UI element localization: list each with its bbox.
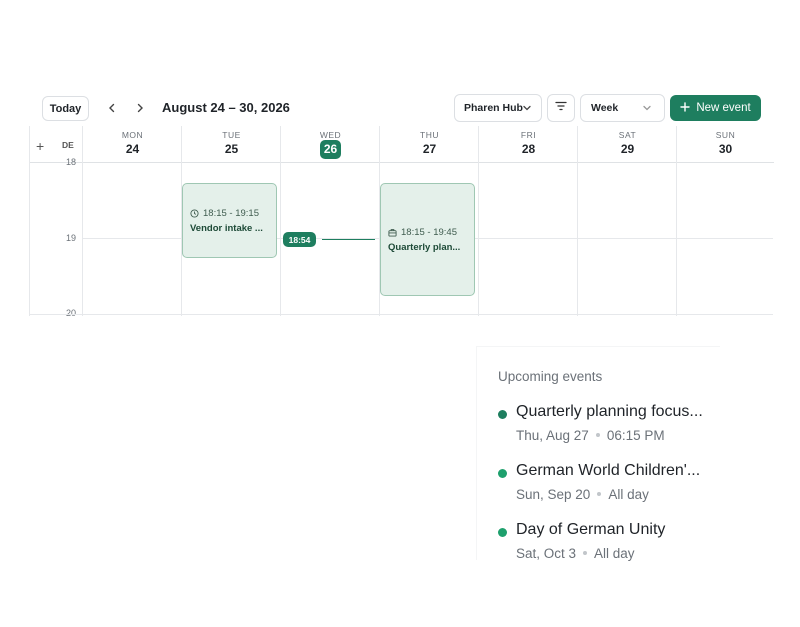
- day-header: FRI 28: [479, 126, 578, 163]
- day-header: SAT 29: [578, 126, 677, 163]
- event-title: Quarterly plan...: [388, 242, 461, 253]
- upcoming-item-date: Thu, Aug 27: [516, 428, 589, 443]
- event-card[interactable]: 18:15 - 19:15 Vendor intake ...: [182, 183, 277, 258]
- day-header: SUN 30: [677, 126, 774, 163]
- chevron-left-icon[interactable]: [102, 98, 122, 118]
- day-of-week: SAT: [618, 130, 637, 140]
- today-badge: 26: [319, 140, 342, 159]
- day-header: THU 27: [380, 126, 479, 163]
- chevron-right-icon[interactable]: [130, 98, 150, 118]
- upcoming-item-name: Day of German Unity: [516, 521, 666, 538]
- briefcase-icon: [388, 228, 397, 237]
- calendar-toolbar: Today August 24 – 30, 2026 Pharen Hub We…: [0, 90, 800, 126]
- today-button[interactable]: Today: [42, 96, 89, 121]
- upcoming-item-time: All day: [608, 487, 649, 502]
- plus-icon: [680, 101, 691, 115]
- date-range-title: August 24 – 30, 2026: [162, 100, 290, 115]
- day-of-week: FRI: [520, 130, 537, 140]
- hour-label: 20: [66, 308, 77, 318]
- upcoming-item-meta: Sat, Oct 3 All day: [516, 546, 635, 561]
- event-time-text: 18:15 - 19:15: [203, 208, 259, 219]
- day-of-month: 24: [125, 142, 140, 156]
- new-event-label: New event: [696, 102, 751, 114]
- day-column-sun[interactable]: SUN 30: [676, 126, 774, 316]
- day-of-week: TUE: [222, 130, 241, 140]
- hub-select[interactable]: Pharen Hub: [454, 94, 542, 122]
- hour-line: [30, 314, 773, 315]
- upcoming-item-date: Sat, Oct 3: [516, 546, 577, 561]
- upcoming-item[interactable]: Day of German Unity Sat, Oct 3 All day: [498, 521, 721, 571]
- event-dot: [498, 410, 507, 419]
- current-time-indicator: 18:54: [283, 232, 316, 247]
- hour-label: 19: [66, 233, 77, 243]
- filter-icon: [555, 99, 567, 117]
- event-time: 18:15 - 19:15: [190, 208, 269, 219]
- filter-button[interactable]: [547, 94, 575, 122]
- day-column-wed[interactable]: WED 26: [280, 126, 380, 316]
- upcoming-item-meta: Thu, Aug 27 06:15 PM: [516, 428, 665, 443]
- day-column-fri[interactable]: FRI 28: [478, 126, 578, 316]
- hour-label: 18: [66, 157, 77, 167]
- separator-dot: [597, 491, 602, 496]
- separator-dot: [583, 550, 588, 555]
- event-card[interactable]: 18:15 - 19:45 Quarterly plan...: [380, 183, 475, 296]
- current-time-line: [322, 239, 375, 240]
- upcoming-item-name: German World Children'...: [516, 462, 701, 479]
- event-dot: [498, 528, 507, 537]
- plus-icon[interactable]: +: [36, 138, 44, 154]
- view-select[interactable]: Week: [580, 94, 665, 122]
- event-time-text: 18:15 - 19:45: [401, 227, 457, 238]
- day-of-month: 30: [718, 142, 733, 156]
- upcoming-title: Upcoming events: [498, 369, 603, 384]
- day-header: MON 24: [83, 126, 182, 163]
- upcoming-item[interactable]: Quarterly planning focus... Thu, Aug 27 0…: [498, 403, 721, 453]
- event-dot: [498, 469, 507, 478]
- view-select-value: Week: [591, 102, 619, 114]
- event-time: 18:15 - 19:45: [388, 227, 467, 238]
- clock-icon: [190, 209, 199, 218]
- day-of-month: 28: [521, 142, 536, 156]
- day-of-week: WED: [319, 130, 342, 140]
- day-of-month-today: 26: [281, 140, 380, 159]
- upcoming-item-date: Sun, Sep 20: [516, 487, 591, 502]
- day-of-month: 29: [620, 142, 635, 156]
- timezone-label: DE: [62, 140, 74, 150]
- day-header: WED 26: [281, 126, 380, 163]
- new-event-button[interactable]: New event: [670, 95, 761, 121]
- separator-dot: [595, 432, 600, 437]
- day-of-month: 25: [224, 142, 239, 156]
- day-column-mon[interactable]: MON 24: [82, 126, 182, 316]
- day-of-month: 27: [422, 142, 437, 156]
- hub-select-value: Pharen Hub: [464, 102, 523, 114]
- upcoming-item-time: All day: [594, 546, 635, 561]
- event-title: Vendor intake ...: [190, 223, 263, 234]
- upcoming-item-meta: Sun, Sep 20 All day: [516, 487, 649, 502]
- chevron-down-icon: [522, 103, 532, 116]
- upcoming-item-time: 06:15 PM: [606, 428, 665, 443]
- upcoming-item[interactable]: German World Children'... Sun, Sep 20 All…: [498, 462, 721, 512]
- day-of-week: THU: [420, 130, 439, 140]
- day-of-week: MON: [121, 130, 144, 140]
- day-header: TUE 25: [182, 126, 281, 163]
- chevron-down-icon: [642, 103, 652, 116]
- upcoming-events-panel: Upcoming events Quarterly planning focus…: [476, 346, 721, 561]
- upcoming-item-name: Quarterly planning focus...: [516, 403, 703, 420]
- day-of-week: SUN: [715, 130, 736, 140]
- day-column-sat[interactable]: SAT 29: [577, 126, 677, 316]
